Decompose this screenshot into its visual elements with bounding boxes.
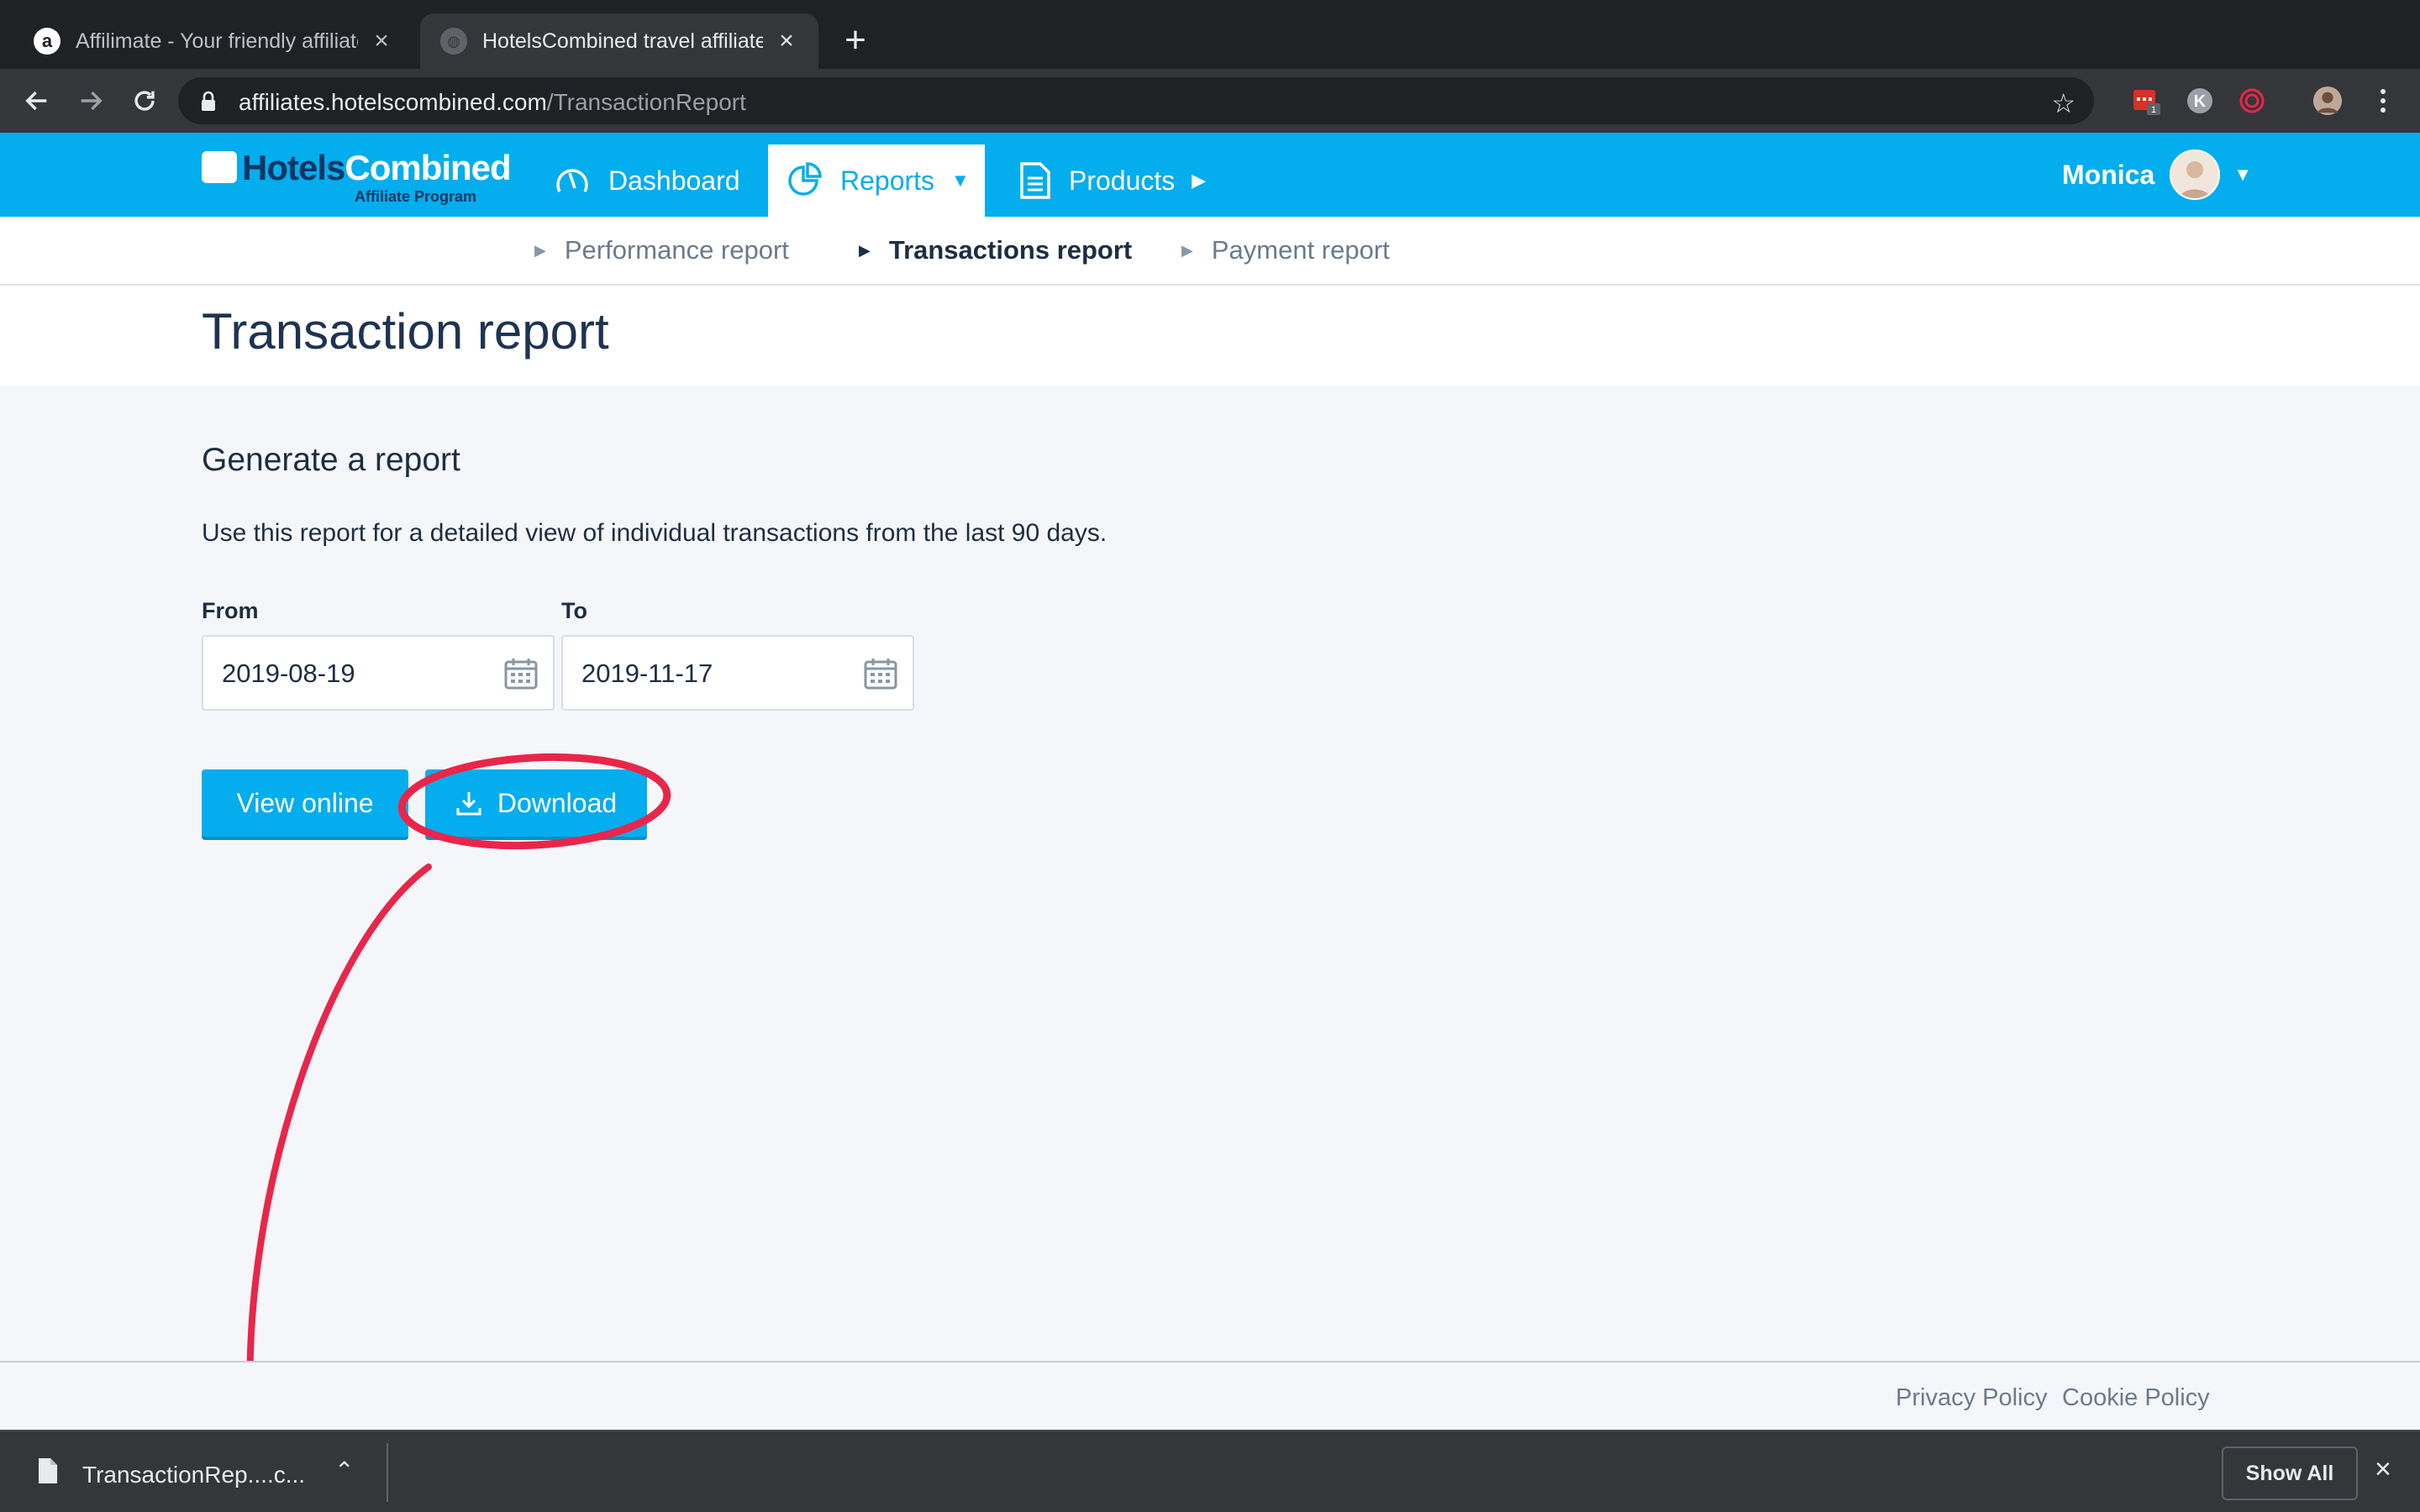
triangle-right-icon: ▶ — [859, 241, 871, 259]
address-bar[interactable]: affiliates.hotelscombined.com/Transactio… — [178, 77, 2094, 124]
bear-logo-icon — [202, 151, 237, 183]
privacy-policy-link[interactable]: Privacy Policy — [1896, 1384, 2048, 1412]
browser-tab-affilimate[interactable]: a Affilimate - Your friendly affiliate × — [13, 13, 413, 69]
from-label: From — [202, 598, 259, 623]
page-title: Transaction report — [202, 303, 609, 360]
bookmark-star-icon[interactable]: ☆ — [2051, 87, 2075, 119]
extension-k-icon[interactable]: K — [2185, 86, 2215, 116]
svg-text:1: 1 — [2151, 105, 2156, 115]
caret-down-icon: ▼ — [951, 170, 970, 191]
download-label: Download — [497, 787, 618, 818]
globe-favicon-icon: ◍ — [440, 28, 467, 55]
nav-reports[interactable]: Reports ▼ — [768, 144, 985, 217]
annotation-arrow-line — [246, 864, 432, 1404]
subnav-label: Transactions report — [888, 235, 1133, 265]
hotelscombined-logo[interactable]: HotelsCombined Affiliate Program — [202, 146, 512, 205]
page-header: Transaction report — [0, 286, 2420, 386]
extension-spiral-icon[interactable] — [2237, 86, 2267, 116]
subnav-performance-report[interactable]: ▶ Performance report — [534, 235, 789, 265]
lock-icon — [200, 91, 217, 117]
gauge-icon — [553, 161, 592, 200]
to-date-value: 2019-11-17 — [581, 659, 713, 688]
calendar-icon[interactable] — [504, 657, 538, 695]
cookie-policy-link[interactable]: Cookie Policy — [2062, 1384, 2210, 1412]
caret-right-icon: ▶ — [1192, 170, 1207, 191]
new-tab-plus-icon[interactable]: + — [839, 20, 872, 60]
forward-arrow-icon[interactable] — [71, 81, 111, 121]
tab-title: HotelsCombined travel affiliate — [482, 29, 763, 53]
extension-calendar-icon[interactable]: 1 — [2131, 86, 2161, 116]
url-text: affiliates.hotelscombined.com/Transactio… — [239, 89, 746, 115]
browser-tab-hotelscombined[interactable]: ◍ HotelsCombined travel affiliate × — [420, 13, 818, 69]
shelf-divider — [387, 1443, 388, 1502]
user-name: Monica — [2061, 159, 2155, 190]
user-menu[interactable]: Monica ▼ — [2062, 150, 2252, 200]
logo-subtitle: Affiliate Program — [355, 188, 477, 205]
downloaded-file-name[interactable]: TransactionRep....c... — [82, 1462, 305, 1488]
nav-dashboard[interactable]: Dashboard — [534, 144, 759, 217]
back-arrow-icon[interactable] — [17, 81, 57, 121]
browser-tabstrip: a Affilimate - Your friendly affiliate ×… — [0, 0, 2420, 69]
to-label: To — [561, 598, 587, 623]
triangle-right-icon: ▶ — [1181, 241, 1193, 259]
svg-text:K: K — [2194, 92, 2207, 111]
nav-products-label: Products — [1069, 165, 1176, 196]
tab-close-icon[interactable]: × — [775, 27, 798, 55]
subnav-label: Performance report — [564, 235, 789, 265]
show-all-button[interactable]: Show All — [2222, 1446, 2358, 1500]
section-title: Generate a report — [202, 442, 460, 478]
logo-wordmark: HotelsCombined — [242, 148, 512, 187]
download-icon — [455, 790, 482, 816]
tab-title: Affilimate - Your friendly affiliate — [76, 29, 358, 53]
close-shelf-icon[interactable]: × — [2375, 1453, 2391, 1486]
reports-subnav: ▶ Performance report ▶ Transactions repo… — [0, 217, 2420, 286]
browser-toolbar: affiliates.hotelscombined.com/Transactio… — [0, 69, 2420, 133]
subnav-transactions-report[interactable]: ▶ Transactions report — [859, 235, 1132, 265]
file-icon — [37, 1457, 59, 1489]
triangle-right-icon: ▶ — [534, 241, 546, 259]
reload-icon[interactable] — [124, 81, 165, 121]
document-icon — [1018, 161, 1052, 200]
tab-close-icon[interactable]: × — [370, 27, 393, 55]
browser-menu-dots-icon[interactable] — [2368, 86, 2398, 116]
pie-chart-icon — [786, 162, 823, 199]
download-button[interactable]: Download — [425, 769, 647, 840]
affilimate-favicon-icon: a — [34, 28, 60, 55]
subnav-label: Payment report — [1211, 235, 1390, 265]
site-header: HotelsCombined Affiliate Program Dashboa… — [0, 133, 2420, 217]
subnav-payment-report[interactable]: ▶ Payment report — [1181, 235, 1390, 265]
view-online-button[interactable]: View online — [202, 769, 408, 840]
from-date-field[interactable]: 2019-08-19 — [202, 635, 555, 711]
from-date-value: 2019-08-19 — [222, 659, 355, 688]
nav-products[interactable]: Products ▶ — [1000, 144, 1224, 217]
nav-dashboard-label: Dashboard — [608, 165, 740, 196]
caret-down-icon: ▼ — [2233, 164, 2252, 185]
report-description: Use this report for a detailed view of i… — [202, 519, 1107, 547]
profile-avatar-icon[interactable] — [2312, 86, 2343, 116]
user-avatar — [2170, 150, 2221, 200]
nav-reports-label: Reports — [840, 165, 935, 196]
chevron-up-icon[interactable]: ⌃ — [334, 1457, 354, 1484]
to-date-field[interactable]: 2019-11-17 — [561, 635, 914, 711]
calendar-icon[interactable] — [864, 657, 897, 695]
page-footer: Privacy Policy Cookie Policy — [0, 1361, 2420, 1430]
download-shelf: TransactionRep....c... ⌃ Show All × — [0, 1430, 2420, 1512]
